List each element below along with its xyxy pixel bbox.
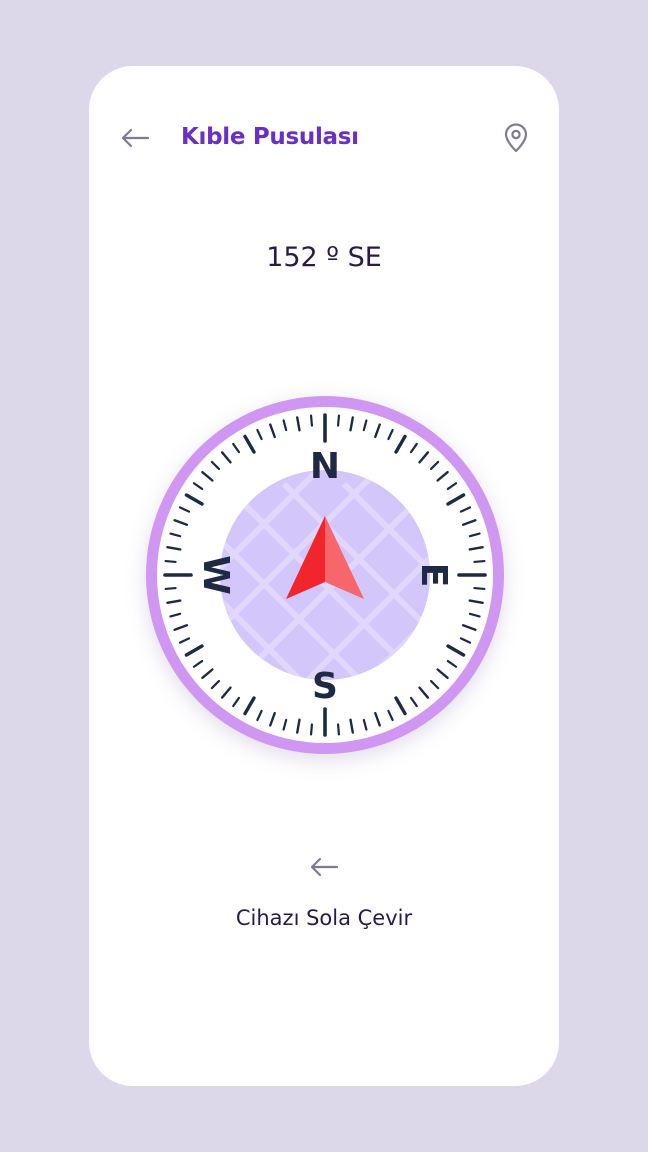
compass-tick — [336, 414, 341, 427]
compass-dial: N S E W — [146, 396, 504, 754]
compass: N S E W — [144, 394, 506, 756]
compass-tick — [309, 723, 314, 736]
location-button[interactable] — [499, 120, 533, 156]
compass-tick — [164, 586, 177, 591]
back-button[interactable] — [117, 122, 153, 154]
arrow-left-icon — [310, 857, 339, 877]
compass-tick — [473, 559, 486, 564]
cardinal-south: S — [312, 666, 338, 707]
cardinal-west: W — [195, 555, 236, 595]
heading-readout: 152 º SE — [266, 242, 382, 273]
app-screen: Kıble Pusulası 152 º SE N S E W Cihazı S… — [89, 66, 559, 1086]
compass-tick — [336, 723, 341, 736]
compass-tick — [473, 586, 486, 591]
arrow-left-icon — [121, 128, 150, 148]
compass-tick — [309, 414, 314, 427]
cardinal-north: N — [310, 446, 340, 487]
cardinal-east: E — [413, 563, 454, 588]
page-title: Kıble Pusulası — [181, 124, 359, 150]
turn-left-indicator — [305, 852, 343, 882]
compass-tick — [164, 559, 177, 564]
location-pin-icon — [504, 123, 528, 153]
turn-instruction: Cihazı Sola Çevir — [235, 906, 413, 930]
app-header: Kıble Pusulası — [89, 110, 559, 166]
